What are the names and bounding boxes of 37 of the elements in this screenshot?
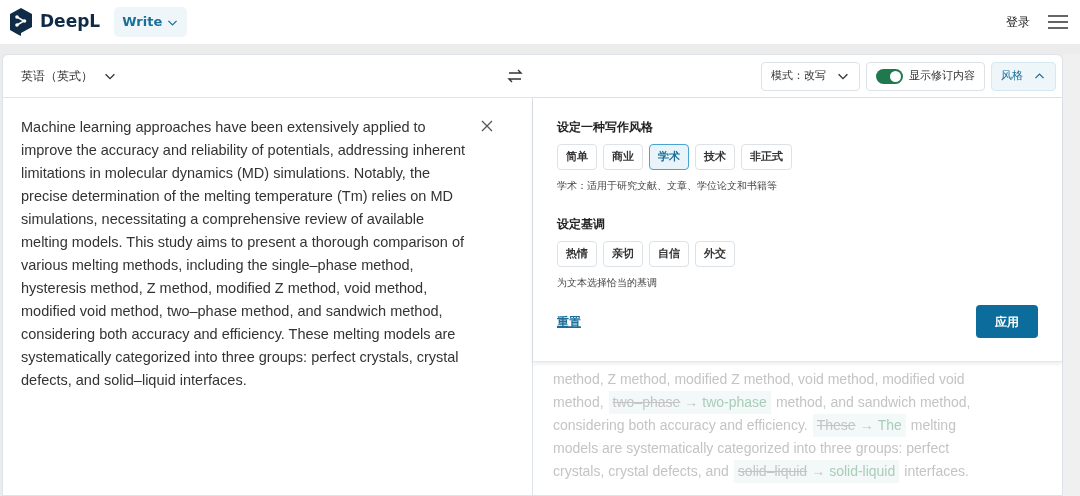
close-icon[interactable] <box>481 120 493 132</box>
output-text: interfaces. <box>904 462 969 481</box>
option-chip[interactable]: 简单 <box>557 144 597 170</box>
output-text: melting <box>910 416 956 435</box>
output-text: crystals, crystal defects, and <box>553 462 729 481</box>
output-text: considering both accuracy and efficiency. <box>553 416 808 435</box>
toggle-switch[interactable] <box>876 68 903 84</box>
product-menu[interactable]: Write <box>114 7 188 37</box>
option-chip[interactable]: 学术 <box>649 144 689 170</box>
option-chip[interactable]: 自信 <box>649 241 689 267</box>
swap-icon[interactable] <box>507 68 523 84</box>
logo-icon <box>8 7 34 37</box>
option-chip[interactable]: 技术 <box>695 144 735 170</box>
menu-icon[interactable] <box>1048 14 1068 30</box>
apply-button[interactable]: 应用 <box>976 305 1038 338</box>
login-link[interactable]: 登录 <box>1006 13 1030 31</box>
option-chip[interactable]: 热情 <box>557 241 597 267</box>
output-text: method, and sandwich method, <box>775 393 971 412</box>
brand-name: DeepL <box>40 10 101 34</box>
section-title: 设定基调 <box>557 216 606 233</box>
option-chip[interactable]: 非正式 <box>741 144 792 170</box>
option-chip[interactable]: 商业 <box>603 144 643 170</box>
output-text: method, Z method, modified Z method, void method, modified void <box>553 370 965 389</box>
language-select[interactable]: 英语（英式） <box>21 67 117 85</box>
option-chip[interactable]: 亲切 <box>603 241 643 267</box>
section-title: 设定一种写作风格 <box>557 119 654 136</box>
show-changes-label: 显示修订内容 <box>909 67 975 84</box>
tone-hint: 为文本选择恰当的基调 <box>557 276 658 290</box>
mode-select[interactable]: 模式：改写 <box>761 61 860 91</box>
style-button[interactable]: 风格 <box>991 61 1056 91</box>
source-text: Machine learning approaches have been extensively applied to improve the accuracy and reliability of potentials, addressing inherent limitations in molecular dynamics (MD) simulations. Notably, the precise determination of the melting temperature (Tm) relies on MD simulations, necessitating a comprehensive review of available melting models. This study aims to present a thorough comparison of various melting methods, including the single–phase method, hysteresis method, Z method, modified Z method, void method, modified void method, two–phase method, and sandwich method, considering both accuracy and efficiency. These melting models are systematically categorized into three groups: perfect crystals, crystal defects, and solid–liquid interfaces. <box>21 118 467 390</box>
option-chip[interactable]: 外交 <box>695 241 735 267</box>
output-text: models are systematically categorized into three groups: perfect <box>553 439 950 458</box>
style-hint: 学术：适用于研究文献、文章、学位论文和书籍等 <box>557 179 778 193</box>
show-changes-control[interactable]: 显示修订内容 <box>866 61 985 91</box>
reset-link[interactable]: 重置 <box>557 312 581 331</box>
output-text: method, <box>553 393 604 412</box>
